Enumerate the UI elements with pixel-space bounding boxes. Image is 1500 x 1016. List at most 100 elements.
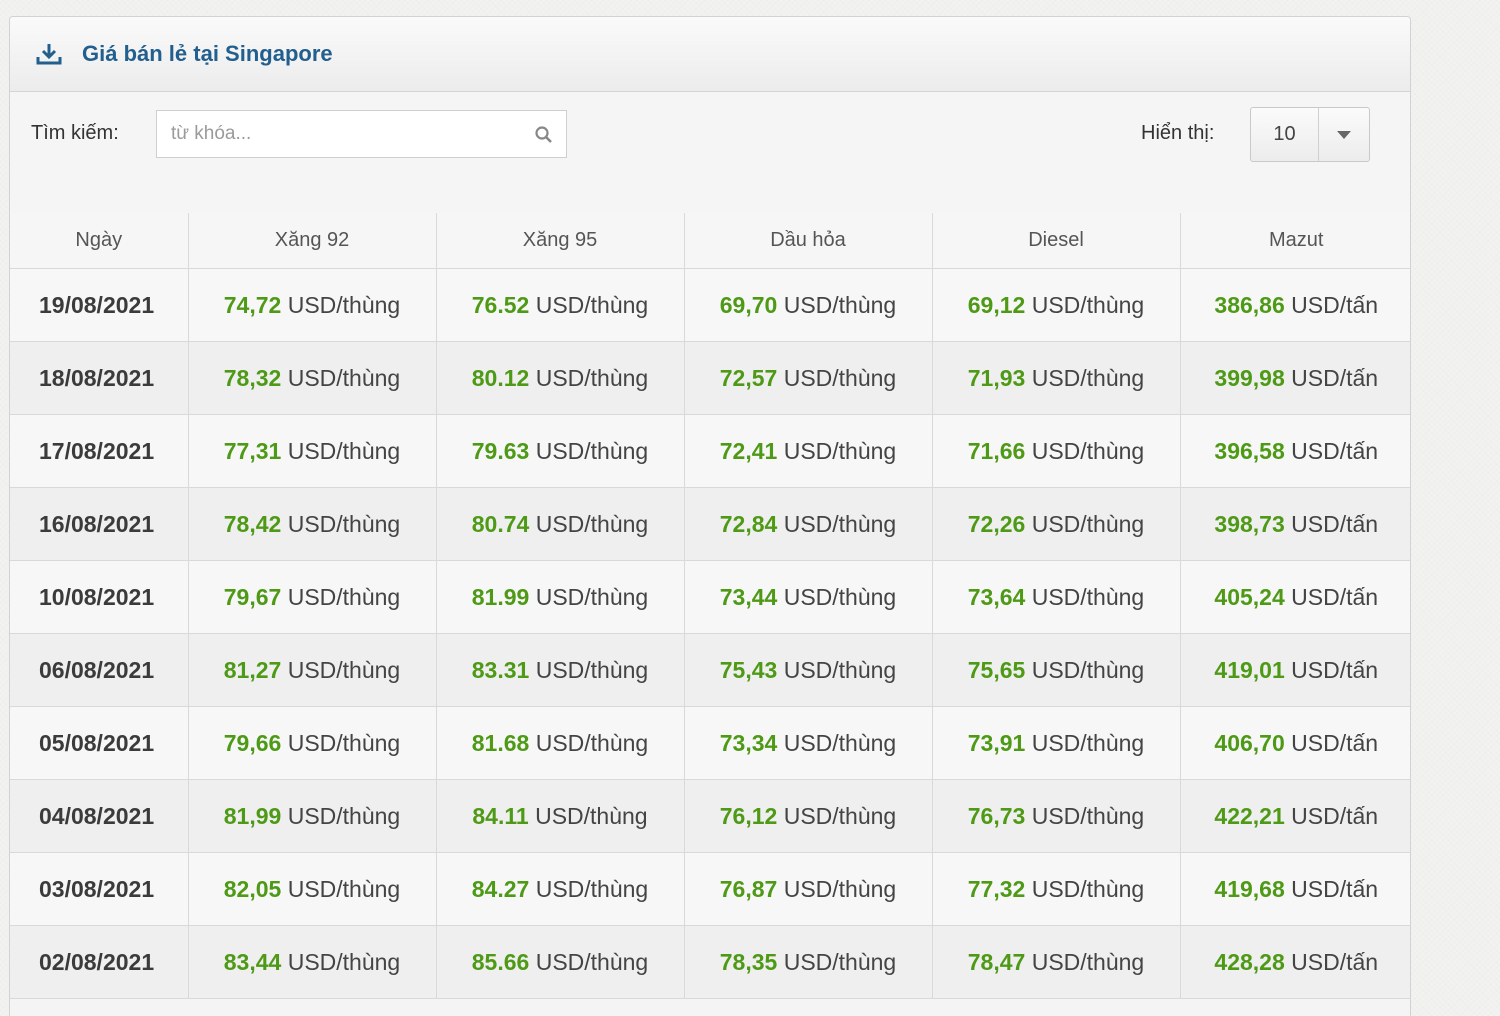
- price-value: 406,70: [1214, 729, 1285, 756]
- price-value: 74,72: [223, 291, 282, 318]
- cell-date: 04/08/2021: [10, 779, 189, 853]
- price-unit: USD/thùng: [1031, 656, 1145, 683]
- price-value: 85.66: [471, 948, 530, 975]
- search-label: Tìm kiếm:: [31, 122, 119, 144]
- cell-diesel: 72,26 USD/thùng: [932, 487, 1181, 561]
- price-unit: USD/thùng: [535, 510, 649, 537]
- price-unit: USD/thùng: [287, 291, 401, 318]
- cell-mazut: 406,70 USD/tấn: [1180, 706, 1410, 780]
- price-unit: USD/tấn: [1291, 729, 1379, 756]
- price-unit: USD/thùng: [1031, 291, 1145, 318]
- search-box[interactable]: [156, 110, 567, 158]
- price-value: 72,84: [719, 510, 778, 537]
- download-icon[interactable]: [36, 43, 62, 65]
- price-unit: USD/thùng: [1031, 510, 1145, 537]
- search-icon[interactable]: [534, 125, 554, 145]
- cell-date: 18/08/2021: [10, 341, 189, 415]
- price-value: 84.27: [471, 875, 530, 902]
- price-value: 71,66: [967, 437, 1026, 464]
- price-value: 428,28: [1214, 948, 1285, 975]
- cell-dauhoa: 76,87 USD/thùng: [684, 852, 933, 926]
- price-unit: USD/thùng: [287, 510, 401, 537]
- price-unit: USD/tấn: [1291, 291, 1379, 318]
- cell-mazut: 419,68 USD/tấn: [1180, 852, 1410, 926]
- cell-diesel: 71,66 USD/thùng: [932, 414, 1181, 488]
- cell-dauhoa: 75,43 USD/thùng: [684, 633, 933, 707]
- price-unit: USD/thùng: [1031, 875, 1145, 902]
- price-unit: USD/thùng: [1031, 948, 1145, 975]
- cell-xang92: 83,44 USD/thùng: [188, 925, 437, 999]
- price-value: 71,93: [967, 364, 1026, 391]
- price-unit: USD/thùng: [783, 656, 897, 683]
- price-unit: USD/tấn: [1291, 364, 1379, 391]
- cell-xang95: 80.12 USD/thùng: [436, 341, 685, 415]
- price-unit: USD/thùng: [287, 364, 401, 391]
- table-row: 03/08/2021 82,05 USD/thùng 84.27 USD/thùng…: [10, 852, 1410, 926]
- price-value: 83.31: [471, 656, 530, 683]
- column-header-dauhoa[interactable]: Dầu hỏa: [684, 213, 933, 269]
- price-value: 399,98: [1214, 364, 1285, 391]
- cell-date: 16/08/2021: [10, 487, 189, 561]
- cell-dauhoa: 78,35 USD/thùng: [684, 925, 933, 999]
- page-size-value[interactable]: 10: [1251, 108, 1319, 161]
- price-unit: USD/thùng: [1031, 802, 1145, 829]
- price-value: 76,87: [719, 875, 778, 902]
- cell-date: 17/08/2021: [10, 414, 189, 488]
- column-header-mazut[interactable]: Mazut: [1180, 213, 1410, 269]
- cell-date: 19/08/2021: [10, 268, 189, 342]
- cell-mazut: 428,28 USD/tấn: [1180, 925, 1410, 999]
- price-value: 75,65: [967, 656, 1026, 683]
- cell-xang92: 81,27 USD/thùng: [188, 633, 437, 707]
- column-header-xang92[interactable]: Xăng 92: [188, 213, 437, 269]
- price-unit: USD/thùng: [783, 875, 897, 902]
- cell-xang92: 82,05 USD/thùng: [188, 852, 437, 926]
- price-value: 398,73: [1214, 510, 1285, 537]
- cell-dauhoa: 72,41 USD/thùng: [684, 414, 933, 488]
- price-unit: USD/thùng: [535, 948, 649, 975]
- price-unit: USD/thùng: [287, 437, 401, 464]
- price-value: 78,47: [967, 948, 1026, 975]
- cell-date: 02/08/2021: [10, 925, 189, 999]
- price-value: 84.11: [472, 802, 529, 829]
- cell-mazut: 405,24 USD/tấn: [1180, 560, 1410, 634]
- cell-dauhoa: 69,70 USD/thùng: [684, 268, 933, 342]
- price-value: 69,70: [719, 291, 778, 318]
- price-unit: USD/tấn: [1291, 510, 1379, 537]
- cell-xang95: 83.31 USD/thùng: [436, 633, 685, 707]
- cell-xang95: 76.52 USD/thùng: [436, 268, 685, 342]
- price-value: 77,31: [223, 437, 282, 464]
- price-value: 72,57: [719, 364, 778, 391]
- price-unit: USD/thùng: [783, 291, 897, 318]
- price-value: 419,01: [1214, 656, 1285, 683]
- caret-down-icon[interactable]: [1319, 108, 1369, 161]
- price-unit: USD/tấn: [1291, 875, 1379, 902]
- price-value: 78,32: [223, 364, 282, 391]
- search-input[interactable]: [157, 122, 513, 146]
- cell-mazut: 419,01 USD/tấn: [1180, 633, 1410, 707]
- page-size-select[interactable]: 10: [1250, 107, 1370, 162]
- cell-date: 05/08/2021: [10, 706, 189, 780]
- cell-xang95: 80.74 USD/thùng: [436, 487, 685, 561]
- cell-diesel: 69,12 USD/thùng: [932, 268, 1181, 342]
- table-row: 16/08/2021 78,42 USD/thùng 80.74 USD/thùng…: [10, 487, 1410, 561]
- price-value: 72,41: [719, 437, 778, 464]
- cell-xang95: 81.99 USD/thùng: [436, 560, 685, 634]
- cell-xang92: 77,31 USD/thùng: [188, 414, 437, 488]
- price-unit: USD/thùng: [783, 729, 897, 756]
- price-unit: USD/thùng: [535, 583, 649, 610]
- price-unit: USD/thùng: [535, 875, 649, 902]
- column-header-xang95[interactable]: Xăng 95: [436, 213, 685, 269]
- cell-diesel: 73,64 USD/thùng: [932, 560, 1181, 634]
- cell-diesel: 73,91 USD/thùng: [932, 706, 1181, 780]
- cell-xang95: 84.11 USD/thùng: [436, 779, 685, 853]
- price-value: 422,21: [1214, 802, 1285, 829]
- column-header-date[interactable]: Ngày: [10, 213, 189, 269]
- cell-dauhoa: 72,57 USD/thùng: [684, 341, 933, 415]
- price-unit: USD/thùng: [783, 510, 897, 537]
- price-value: 81,27: [223, 656, 282, 683]
- panel-title: Giá bán lẻ tại Singapore: [82, 41, 333, 66]
- price-value: 72,26: [967, 510, 1026, 537]
- cell-diesel: 75,65 USD/thùng: [932, 633, 1181, 707]
- cell-dauhoa: 73,34 USD/thùng: [684, 706, 933, 780]
- column-header-diesel[interactable]: Diesel: [932, 213, 1181, 269]
